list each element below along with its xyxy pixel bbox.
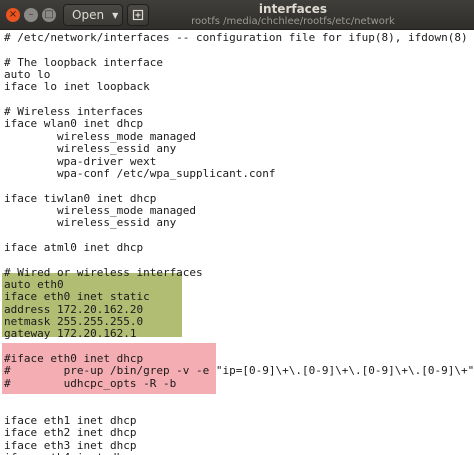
code-line[interactable]: address 172.20.162.20 (4, 303, 143, 316)
code-line[interactable]: netmask 255.255.255.0 (4, 316, 143, 328)
code-line[interactable]: # pre-up /bin/grep -v -e "ip=[0-9]\+\.[0… (4, 365, 474, 377)
close-icon: × (8, 9, 18, 20)
code-line[interactable]: iface lo inet loopback (4, 81, 150, 93)
chevron-down-icon: ▼ (112, 10, 119, 20)
code-line[interactable]: wireless_essid any (4, 217, 176, 229)
window-path: rootfs /media/chchlee/rootfs/etc/network (191, 16, 395, 27)
code-line[interactable]: wireless_essid any (4, 143, 176, 155)
window-title-block: interfaces rootfs /media/chchlee/rootfs/… (168, 3, 418, 28)
code-line[interactable]: iface eth1 inet dhcp (4, 414, 136, 427)
code-line[interactable]: # udhcpc_opts -R -b (4, 377, 176, 390)
maximize-icon: □ (44, 9, 54, 20)
code-line[interactable]: # Wireless interfaces (4, 106, 143, 118)
window-title: interfaces (258, 2, 328, 16)
code-line[interactable]: wpa-conf /etc/wpa_supplicant.conf (4, 167, 276, 180)
minimize-window-button[interactable]: – (24, 8, 38, 22)
text-editor-area[interactable]: # /etc/network/interfaces -- configurati… (0, 30, 474, 455)
code-line[interactable]: iface wlan0 inet dhcp (4, 118, 143, 130)
code-line[interactable]: gateway 172.20.162.1 (4, 328, 136, 340)
code-line[interactable]: # /etc/network/interfaces -- configurati… (4, 32, 468, 44)
code-line[interactable]: iface eth3 inet dhcp (4, 439, 136, 452)
code-line[interactable]: auto lo (4, 69, 50, 81)
minimize-icon: – (28, 9, 34, 20)
code-line[interactable]: wireless_mode managed (4, 130, 196, 143)
open-button-label: Open (72, 8, 105, 22)
code-line[interactable]: # Wired or wireless interfaces (4, 266, 203, 279)
code-line[interactable]: iface eth2 inet dhcp (4, 427, 136, 439)
close-window-button[interactable]: × (6, 8, 20, 22)
code-line[interactable]: auto eth0 (4, 279, 64, 291)
code-line[interactable]: iface tiwlan0 inet dhcp (4, 192, 156, 205)
open-button[interactable]: Open ▼ (63, 4, 123, 26)
code-line[interactable]: # The loopback interface (4, 56, 163, 69)
new-document-button[interactable] (127, 4, 149, 26)
code-line[interactable]: #iface eth0 inet dhcp (4, 353, 143, 365)
code-line[interactable]: iface eth0 inet static (4, 291, 150, 303)
title-bar: × – □ Open ▼ interfaces rootfs /media/ch… (0, 0, 474, 30)
code-line[interactable]: wireless_mode managed (4, 204, 196, 217)
code-line[interactable]: iface atml0 inet dhcp (4, 241, 143, 254)
code-line[interactable]: wpa-driver wext (4, 155, 156, 168)
maximize-window-button[interactable]: □ (42, 8, 56, 22)
new-document-icon (132, 9, 144, 21)
